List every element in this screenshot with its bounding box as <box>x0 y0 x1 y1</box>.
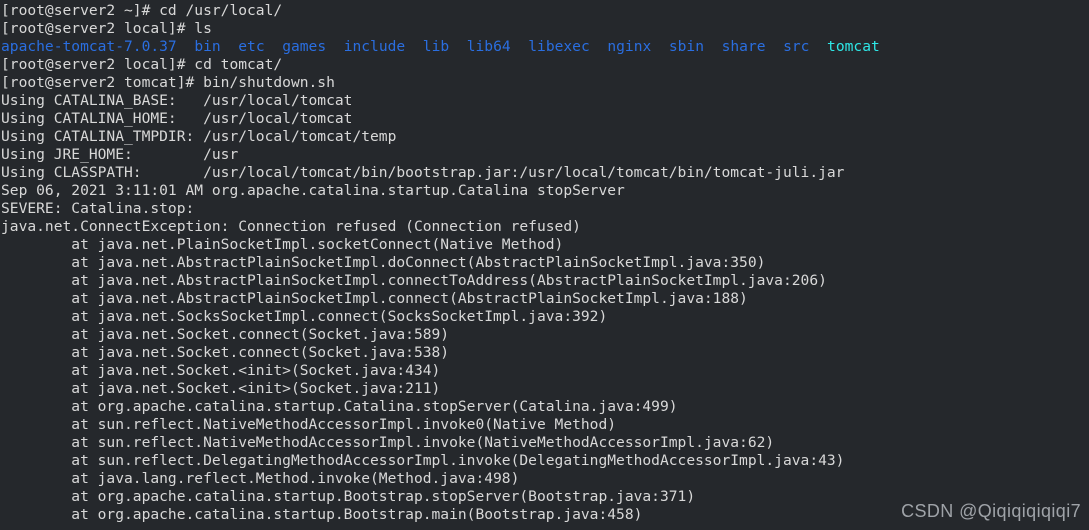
terminal-line: at java.net.AbstractPlainSocketImpl.doCo… <box>1 254 880 272</box>
terminal-text: [root@server2 ~]# cd /usr/local/ <box>1 2 283 19</box>
directory-entry: src <box>783 38 810 55</box>
directory-entry: share <box>721 38 766 55</box>
terminal-text: at sun.reflect.NativeMethodAccessorImpl.… <box>1 434 775 451</box>
directory-entry: libexec <box>528 38 590 55</box>
terminal-line: at sun.reflect.NativeMethodAccessorImpl.… <box>1 416 880 434</box>
terminal-line: at java.net.Socket.<init>(Socket.java:21… <box>1 380 880 398</box>
terminal-text: Using CATALINA_TMPDIR: /usr/local/tomcat… <box>1 128 397 145</box>
terminal-text: at org.apache.catalina.startup.Bootstrap… <box>1 506 643 523</box>
terminal-line: Using CATALINA_HOME: /usr/local/tomcat <box>1 110 880 128</box>
directory-entry: etc <box>238 38 265 55</box>
csdn-watermark: CSDN @Qiqiqiqiqiqi7 <box>901 501 1081 521</box>
terminal-text: at org.apache.catalina.startup.Bootstrap… <box>1 488 696 505</box>
terminal-line: [root@server2 local]# cd tomcat/ <box>1 56 880 74</box>
terminal-output[interactable]: [root@server2 ~]# cd /usr/local/[root@se… <box>0 0 880 524</box>
terminal-line: at java.net.Socket.connect(Socket.java:5… <box>1 344 880 362</box>
terminal-line: [root@server2 local]# ls <box>1 20 880 38</box>
directory-entry: include <box>343 38 406 55</box>
directory-entry: sbin <box>668 38 705 55</box>
terminal-line: at java.lang.reflect.Method.invoke(Metho… <box>1 470 880 488</box>
terminal-line: at java.net.Socket.connect(Socket.java:5… <box>1 326 880 344</box>
terminal-line: at org.apache.catalina.startup.Bootstrap… <box>1 506 880 524</box>
terminal-line: at java.net.Socket.<init>(Socket.java:43… <box>1 362 880 380</box>
terminal-line: at java.net.AbstractPlainSocketImpl.conn… <box>1 290 880 308</box>
terminal-text: Using CATALINA_BASE: /usr/local/tomcat <box>1 92 353 109</box>
terminal-text: Sep 06, 2021 3:11:01 AM org.apache.catal… <box>1 182 625 199</box>
terminal-text: at java.net.PlainSocketImpl.socketConnec… <box>1 236 564 253</box>
symlink-entry: tomcat <box>827 38 880 55</box>
terminal-line: java.net.ConnectException: Connection re… <box>1 218 880 236</box>
directory-entry: lib <box>422 38 450 55</box>
terminal-line: at sun.reflect.NativeMethodAccessorImpl.… <box>1 434 880 452</box>
terminal-text: at java.net.AbstractPlainSocketImpl.conn… <box>1 272 827 289</box>
terminal-line: Using CATALINA_TMPDIR: /usr/local/tomcat… <box>1 128 880 146</box>
directory-entry: bin <box>194 38 221 55</box>
terminal-text: java.net.ConnectException: Connection re… <box>1 218 581 235</box>
terminal-line: [root@server2 tomcat]# bin/shutdown.sh <box>1 74 880 92</box>
terminal-text: at java.net.Socket.connect(Socket.java:5… <box>1 344 450 361</box>
terminal-text: at java.net.Socket.connect(Socket.java:5… <box>1 326 450 343</box>
terminal-text: SEVERE: Catalina.stop: <box>1 200 195 217</box>
terminal-text: [root@server2 local]# ls <box>1 20 212 37</box>
terminal-text: at sun.reflect.NativeMethodAccessorImpl.… <box>1 416 617 433</box>
terminal-line: at java.net.SocksSocketImpl.connect(Sock… <box>1 308 880 326</box>
terminal-window[interactable]: [root@server2 ~]# cd /usr/local/[root@se… <box>0 0 1089 530</box>
directory-entry: apache-tomcat-7.0.37 <box>1 38 177 55</box>
terminal-line: [root@server2 ~]# cd /usr/local/ <box>1 2 880 20</box>
terminal-line: SEVERE: Catalina.stop: <box>1 200 880 218</box>
directory-entry: nginx <box>607 38 652 55</box>
terminal-text: at java.net.AbstractPlainSocketImpl.conn… <box>1 290 748 307</box>
terminal-line: Using CLASSPATH: /usr/local/tomcat/bin/b… <box>1 164 880 182</box>
terminal-line: at org.apache.catalina.startup.Bootstrap… <box>1 488 880 506</box>
terminal-text: Using JRE_HOME: /usr <box>1 146 239 163</box>
terminal-line: at java.net.AbstractPlainSocketImpl.conn… <box>1 272 880 290</box>
terminal-text: [root@server2 tomcat]# bin/shutdown.sh <box>1 74 335 91</box>
terminal-line: apache-tomcat-7.0.37 bin etc games inclu… <box>1 38 880 56</box>
terminal-text: [root@server2 local]# cd tomcat/ <box>1 56 283 73</box>
terminal-text: at java.net.Socket.<init>(Socket.java:43… <box>1 362 441 379</box>
terminal-line: Sep 06, 2021 3:11:01 AM org.apache.catal… <box>1 182 880 200</box>
terminal-text: at sun.reflect.DelegatingMethodAccessorI… <box>1 452 845 469</box>
terminal-text: at java.net.AbstractPlainSocketImpl.doCo… <box>1 254 766 271</box>
directory-entry: lib64 <box>466 38 511 55</box>
terminal-line: at sun.reflect.DelegatingMethodAccessorI… <box>1 452 880 470</box>
terminal-line: Using JRE_HOME: /usr <box>1 146 880 164</box>
terminal-text: at java.lang.reflect.Method.invoke(Metho… <box>1 470 520 487</box>
terminal-text: at java.net.SocksSocketImpl.connect(Sock… <box>1 308 608 325</box>
directory-entry: games <box>282 38 327 55</box>
terminal-text: at org.apache.catalina.startup.Catalina.… <box>1 398 678 415</box>
terminal-text: Using CLASSPATH: /usr/local/tomcat/bin/b… <box>1 164 845 181</box>
terminal-line: at java.net.PlainSocketImpl.socketConnec… <box>1 236 880 254</box>
terminal-line: Using CATALINA_BASE: /usr/local/tomcat <box>1 92 880 110</box>
terminal-line: at org.apache.catalina.startup.Catalina.… <box>1 398 880 416</box>
terminal-text: Using CATALINA_HOME: /usr/local/tomcat <box>1 110 353 127</box>
terminal-text: at java.net.Socket.<init>(Socket.java:21… <box>1 380 441 397</box>
